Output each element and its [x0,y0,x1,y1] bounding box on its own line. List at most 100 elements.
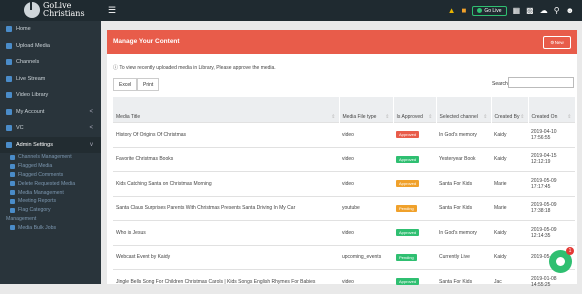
chat-badge: 1 [566,247,574,255]
search-icon[interactable]: ⚲ [554,6,560,15]
channel-cell: Santa For Kids [436,269,491,294]
home-icon [6,26,12,33]
table-row[interactable]: Santa Claus Surprises Parents With Chris… [113,195,575,221]
col-created-by[interactable]: Created By ⇕ [491,97,529,123]
subnav-flag-category[interactable]: Flag Category [0,206,101,215]
media-title-cell: Jingle Bells Song For Children Christmas… [113,269,339,294]
top-navbar: GoLive Christians ☰ ▲ ■ Go Live ▦ ▩ ☁ ⚲ … [0,0,582,21]
col-created-on[interactable]: Created On ⇕ [528,97,576,123]
document-icon[interactable]: ▦ [513,6,521,15]
nav-label: Home [16,26,31,33]
table-row[interactable]: Kids Catching Santa on Christmas Morning… [113,171,575,196]
nav-label: Admin Settings [16,141,53,148]
messages-icon[interactable]: ■ [462,6,467,15]
sort-icon: ⇕ [428,114,433,120]
panel-title: Manage Your Content [113,38,180,45]
nav-admin-settings[interactable]: Admin Settings v [0,136,101,153]
go-live-button[interactable]: Go Live [472,5,507,16]
trash-icon [10,181,15,187]
col-media-file-type[interactable]: Media File type ⇕ [339,97,394,123]
status-cell: Approved [393,220,436,245]
media-title-cell: Kids Catching Santa on Christmas Morning [113,171,339,196]
created-on-cell: 2019-01-08 14:55:25 [528,269,575,294]
chat-widget-button[interactable]: 1 [549,247,574,273]
nav-label: Channels [16,59,40,66]
clock-icon [10,198,15,204]
nav-vc[interactable]: VC < [0,120,101,137]
subnav-flag-category-cont[interactable]: Management [0,215,101,224]
status-badge: Approved [396,278,420,286]
info-message: ⓘ To view recently uploaded media in Lib… [113,65,276,71]
status-cell: Approved [393,171,436,196]
table-row[interactable]: History Of Origins Of Christmas video Appr… [113,122,575,147]
menu-toggle-icon[interactable]: ☰ [108,6,116,15]
main-content: Manage Your Content ⚙ New ⓘ To view rece… [101,21,582,294]
channel-cell: In God's memory [436,122,491,147]
sort-icon: ⇕ [483,114,488,120]
chevron-left-icon: < [89,108,93,115]
nav-label: Live Stream [16,75,46,82]
list-icon [10,154,15,160]
subnav-channels-management[interactable]: Channels Management [0,153,101,162]
subnav-flagged-comments[interactable]: Flagged Comments [0,171,101,180]
status-badge: Pending [396,204,417,212]
jobs-icon [10,225,15,231]
created-by-cell: Kaidy [491,244,528,270]
cross-icon [10,190,15,196]
status-cell: Pending [393,244,436,270]
nav-live-stream[interactable]: Live Stream [0,71,101,88]
excel-button[interactable]: Excel [113,78,138,91]
sidebar: Home Upload Media Channels Live Stream V… [0,21,101,284]
user-icon[interactable]: ☻ [566,6,574,15]
subnav-meeting-reports[interactable]: Meeting Reports [0,197,101,206]
created-by-cell: Kaidy [491,146,528,172]
table-row[interactable]: Who is Jesus video Approved In God's memory… [113,220,575,245]
subnav-media-management[interactable]: Media Management [0,188,101,197]
subnav-delete-requested-media[interactable]: Delete Requested Media [0,179,101,188]
channel-cell: Currently Live [436,244,491,270]
status-badge: Approved [396,229,420,237]
status-badge: Approved [396,131,420,139]
status-badge: Pending [396,253,417,261]
nav-my-account[interactable]: My Account < [0,104,101,121]
table-row[interactable]: Favorite Christmas Books video Approved Yes… [113,146,575,172]
print-button[interactable]: Print [137,78,160,91]
search-input[interactable] [508,77,574,88]
video-icon [6,92,12,99]
table-row[interactable]: Jingle Bells Song For Children Christmas… [113,269,575,294]
golive-logo[interactable]: GoLive Christians [10,0,96,21]
cloud-icon[interactable]: ☁ [540,6,548,15]
nav-upload-media[interactable]: Upload Media [0,38,101,55]
flag-icon [10,207,15,213]
user-icon [6,108,12,115]
media-title-cell: Who is Jesus [113,220,339,245]
status-cell: Approved [393,122,436,147]
nav-video-library[interactable]: Video Library [0,87,101,104]
sort-icon: ⇕ [567,114,572,120]
broadcast-icon [6,75,12,82]
col-selected-channel[interactable]: Selected channel ⇕ [436,97,492,123]
nav-label: VC [16,125,24,132]
col-media-title[interactable]: Media Title ⇕ [113,97,340,123]
nav-channels[interactable]: Channels [0,54,101,71]
chevron-left-icon: < [89,125,93,132]
col-is-approved[interactable]: Is Approved ⇕ [393,97,437,123]
search-label: Search: [492,81,510,87]
nav-label: My Account [16,108,45,115]
subnav-flagged-media[interactable]: Flagged Media [0,162,101,171]
nav-home[interactable]: Home [0,21,101,38]
created-by-cell: Kaidy [491,122,528,147]
printer-icon[interactable]: ▩ [526,6,534,15]
channel-cell: Yesteryear Book [436,146,491,172]
panel-header: Manage Your Content ⚙ New [107,30,577,54]
sort-icon: ⇕ [331,114,336,120]
file-type-cell: video [339,146,393,172]
created-on-cell: 2019-05-09 17:17:45 [528,171,575,196]
content-panel: Manage Your Content ⚙ New ⓘ To view rece… [107,30,577,294]
new-button[interactable]: ⚙ New [543,36,571,49]
subnav-media-bulk-jobs[interactable]: Media Bulk Jobs [0,223,101,232]
brand-line2: Christians [43,9,85,18]
status-cell: Approved [393,146,436,172]
notifications-icon[interactable]: ▲ [448,6,456,15]
table-row[interactable]: Webcast Event by Kaidy upcoming_events Pen… [113,244,575,270]
